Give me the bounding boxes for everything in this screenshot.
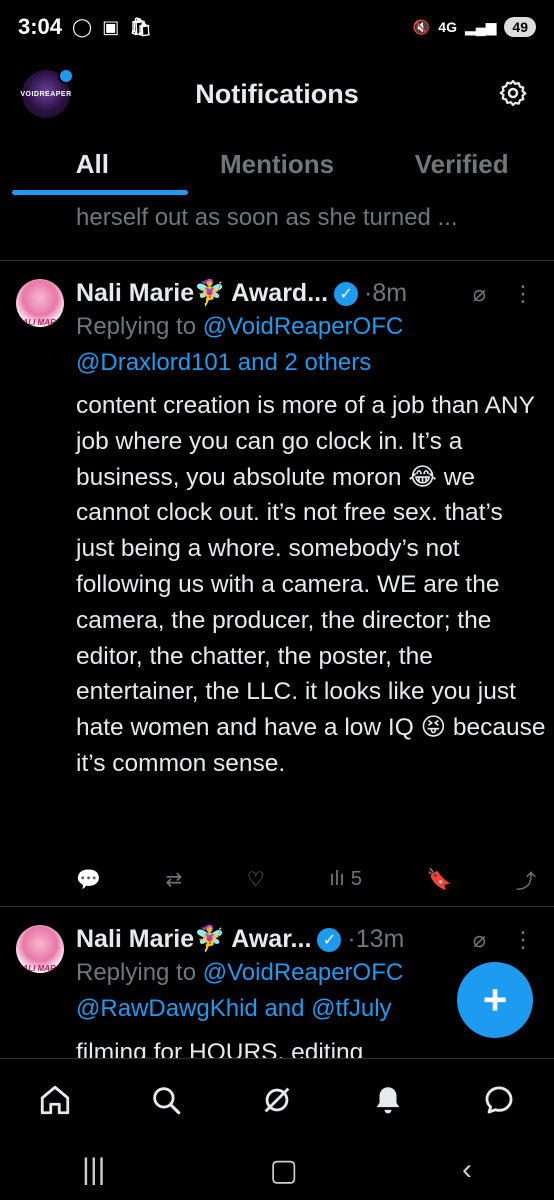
more-options-icon[interactable]: ⋮ (512, 927, 534, 953)
verified-badge-icon: ✓ (317, 927, 342, 952)
tab-label: Verified (414, 148, 509, 179)
share-icon[interactable]: ⤴ (516, 865, 536, 894)
views-count: 5 (350, 868, 362, 890)
mention-link[interactable]: @VoidReaperOFC (203, 313, 403, 340)
mention-link[interactable]: @RawDawgKhid and @tfJuly (76, 995, 392, 1022)
search-icon[interactable] (149, 1083, 183, 1117)
settings-gear-icon[interactable] (498, 78, 528, 108)
network-label: 4G (438, 19, 457, 35)
more-options-icon[interactable]: ⋮ (512, 281, 534, 307)
tab-label: Mentions (219, 148, 335, 179)
grok-icon[interactable]: ⌀ (473, 927, 486, 953)
tab-verified[interactable]: Verified (369, 134, 554, 194)
home-icon[interactable] (38, 1083, 72, 1117)
shopping-bag-icon: 🛍 (129, 16, 153, 37)
battery-indicator: 49 (504, 17, 536, 37)
post-avatar[interactable]: NALI MARIE (16, 279, 64, 327)
bookmark-icon[interactable]: 🔖 (426, 867, 451, 892)
compose-button[interactable]: + (457, 962, 533, 1038)
tab-mentions[interactable]: Mentions (185, 134, 370, 194)
reply-prefix: Replying to (76, 313, 203, 340)
previous-post-snippet[interactable]: herself out as soon as she turned ... (76, 204, 458, 232)
notifications-feed[interactable]: herself out as soon as she turned ... NA… (0, 196, 554, 1058)
messages-icon[interactable] (482, 1083, 516, 1117)
avatar-text: NALI MARIE (16, 318, 64, 327)
notifications-bell-icon[interactable] (371, 1083, 405, 1117)
reply-context: Replying to @VoidReaperOFC @RawDawgKhid … (76, 955, 403, 1027)
notification-dot (58, 68, 74, 84)
mention-link[interactable]: @VoidReaperOFC (203, 959, 403, 986)
grok-icon[interactable] (260, 1083, 294, 1117)
post-text: content creation is more of a job than A… (76, 392, 546, 777)
mention-link[interactable]: @Draxlord101 and 2 others (76, 349, 371, 376)
notification-tabs: All Mentions Verified (0, 134, 554, 194)
signal-icon: ▂▄▆ (464, 18, 497, 35)
avatar-text: NALI MARIE (16, 964, 64, 973)
reply-context: Replying to @VoidReaperOFC @Draxlord101 … (76, 309, 403, 381)
author-name[interactable]: Nali Marie🧚‍♀️ Awar... (76, 925, 311, 954)
like-icon[interactable]: ♡ (247, 867, 265, 892)
message-icon: ◯ (72, 16, 93, 37)
post-text: filming for HOURS, editing (76, 1039, 364, 1058)
post-time: ·8m (364, 279, 408, 307)
author-name[interactable]: Nali Marie🧚‍♀️ Award... (76, 279, 328, 308)
reply-prefix: Replying to (76, 959, 203, 986)
post-time: ·13m (347, 925, 405, 953)
recent-apps-icon[interactable]: ||| (82, 1153, 105, 1187)
views-icon: ılı (329, 868, 345, 890)
home-circle-icon[interactable]: ▢ (270, 1153, 298, 1188)
top-header: VOIDREAPER Notifications (0, 54, 554, 134)
mute-icon: 🔇 (412, 18, 431, 35)
clock: 3:04 (18, 14, 63, 39)
system-navigation: ||| ▢ ‹ (0, 1140, 554, 1200)
tab-all[interactable]: All (0, 134, 185, 194)
active-tab-indicator (12, 190, 188, 195)
verified-badge-icon: ✓ (334, 281, 359, 306)
page-title: Notifications (195, 78, 359, 109)
status-bar: 3:04 ◯ ▣ 🛍 🔇 4G ▂▄▆ 49 (0, 0, 554, 54)
bottom-navigation (0, 1058, 554, 1141)
post-actions: 💬 ⇄ ♡ ılı 5 🔖 ⤴ (76, 865, 536, 894)
post-card[interactable]: NALI MARIE Nali Marie🧚‍♀️ Award... ✓ ·8m… (0, 261, 554, 905)
post-avatar[interactable]: NALI MARIE (16, 925, 64, 973)
plus-icon: + (482, 976, 508, 1023)
grok-icon[interactable]: ⌀ (473, 281, 486, 307)
avatar-text: VOIDREAPER (20, 90, 72, 98)
screenshot-icon: ▣ (102, 16, 120, 37)
repost-icon[interactable]: ⇄ (165, 867, 182, 892)
reply-icon[interactable]: 💬 (76, 867, 101, 892)
tab-label: All (75, 148, 109, 179)
views-button[interactable]: ılı 5 (329, 868, 362, 891)
back-icon[interactable]: ‹ (462, 1153, 472, 1187)
